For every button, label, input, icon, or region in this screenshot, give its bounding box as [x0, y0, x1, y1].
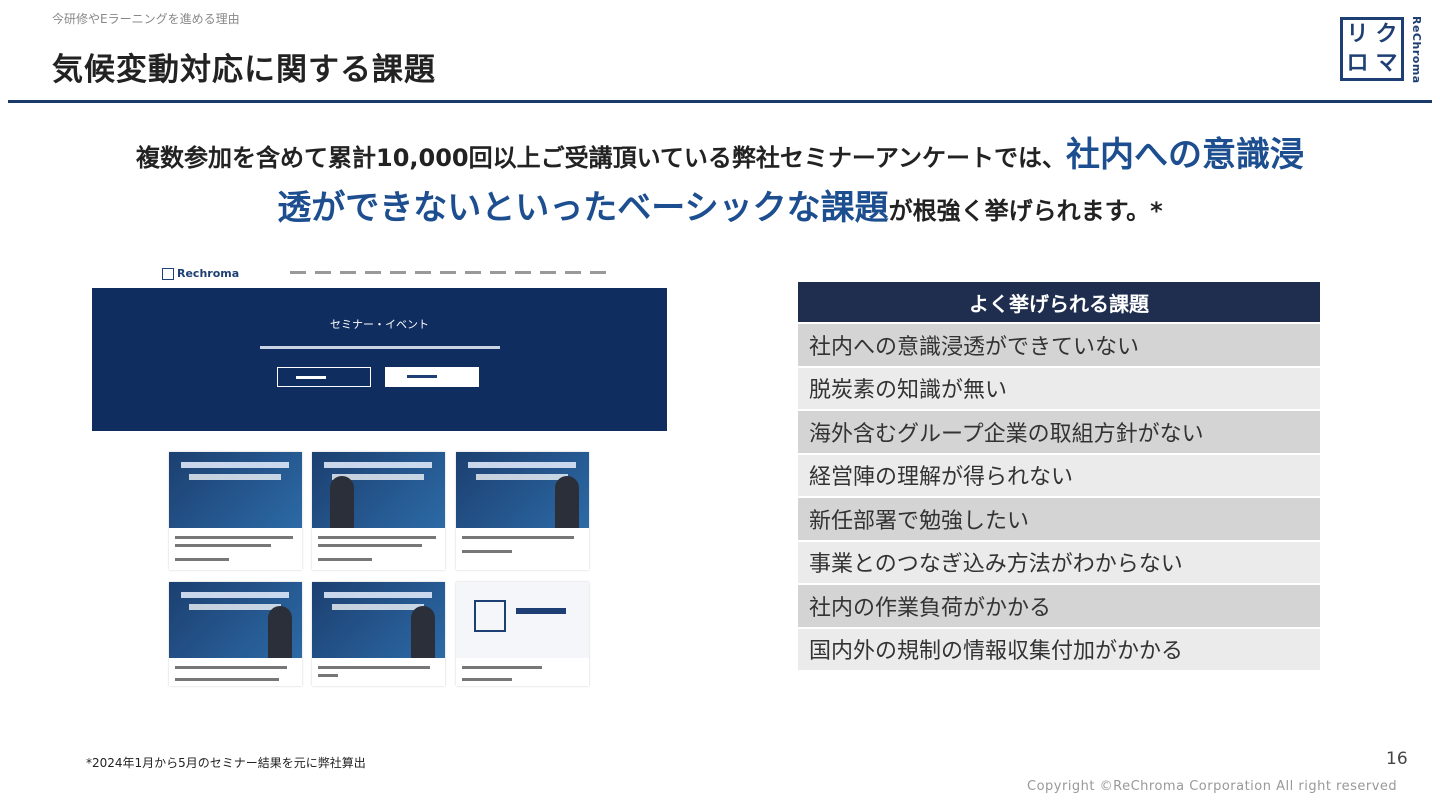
kicker-text: 今研修やEラーニングを進める理由 — [52, 12, 240, 26]
logo-char: ク — [1375, 21, 1398, 47]
screenshot-hero-button — [385, 367, 479, 387]
logo-char: リ — [1346, 21, 1369, 47]
lead-line1-emphasis: 社内への意識浸 — [1065, 135, 1304, 175]
screenshot-card — [169, 452, 302, 570]
footnote: *2024年1月から5月のセミナー結果を元に弊社算出 — [86, 756, 366, 770]
lead-line1-text: 複数参加を含めて累計10,000回以上ご受講頂いている弊社セミナーアンケートでは… — [136, 144, 1066, 172]
lead-line2-emphasis: 透ができないといったベーシックな課題 — [277, 188, 889, 228]
screenshot-hero-title: セミナー・イベント — [330, 318, 429, 331]
screenshot-card — [456, 582, 589, 686]
table-row: 経営陣の理解が得られない — [798, 454, 1320, 498]
table-row: 海外含むグループ企業の取組方針がない — [798, 411, 1320, 455]
page-title: 気候変動対応に関する課題 — [52, 52, 436, 88]
website-screenshot: Rechroma セミナー・イベント — [92, 262, 667, 687]
issues-table: よく挙げられる課題 社内への意識浸透ができていない 脱炭素の知識が無い 海外含む… — [798, 282, 1320, 672]
screenshot-card — [312, 582, 445, 686]
screenshot-hero-button — [277, 367, 371, 387]
lead-statement: 複数参加を含めて累計10,000回以上ご受講頂いている弊社セミナーアンケートでは… — [0, 130, 1440, 236]
page-number: 16 — [1386, 749, 1408, 769]
table-row: 社内への意識浸透ができていない — [798, 324, 1320, 368]
logo-side-text: ReChroma — [1410, 16, 1423, 84]
screenshot-brand-text: Rechroma — [177, 267, 240, 280]
screenshot-card — [169, 582, 302, 686]
table-row: 事業とのつなぎ込み方法がわからない — [798, 541, 1320, 585]
issues-table-header: よく挙げられる課題 — [798, 282, 1320, 324]
title-divider — [8, 100, 1432, 103]
screenshot-card — [312, 452, 445, 570]
logo-char: ロ — [1346, 50, 1369, 76]
screenshot-brand: Rechroma — [162, 267, 239, 280]
screenshot-hero-subtitle — [260, 346, 500, 349]
screenshot-navbar: Rechroma — [92, 262, 667, 288]
table-row: 国内外の規制の情報収集付加がかかる — [798, 628, 1320, 672]
lead-line2-text: が根強く挙げられます。* — [888, 197, 1163, 225]
screenshot-nav-links — [290, 271, 606, 274]
table-row: 脱炭素の知識が無い — [798, 367, 1320, 411]
screenshot-hero: セミナー・イベント — [92, 288, 667, 431]
screenshot-card — [456, 452, 589, 570]
logo-char: マ — [1375, 50, 1398, 76]
table-row: 新任部署で勉強したい — [798, 498, 1320, 542]
copyright: Copyright ©ReChroma Corporation All righ… — [1027, 779, 1398, 794]
rechroma-logo: リ ク ロ マ — [1340, 17, 1404, 81]
brand-logo-icon — [162, 268, 174, 280]
slide: 今研修やEラーニングを進める理由 気候変動対応に関する課題 リ ク ロ マ Re… — [0, 0, 1440, 800]
table-row: 社内の作業負荷がかかる — [798, 585, 1320, 629]
